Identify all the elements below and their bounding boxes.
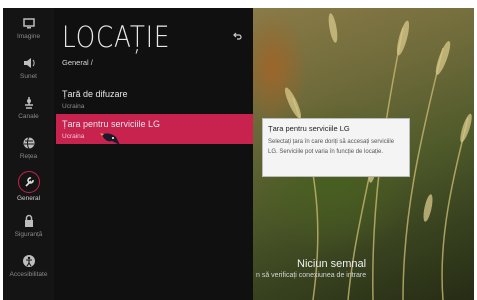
sidebar-item-accesibilitate[interactable]: Accesibilitate <box>3 254 54 278</box>
sidebar-item-label: Rețea <box>19 153 38 160</box>
tv-screen: Imagine Sunet Canale Rețea General Sigur… <box>3 8 474 300</box>
sidebar-item-label: Sunet <box>20 73 37 80</box>
sidebar-item-label: General <box>16 195 41 202</box>
antenna-icon <box>22 96 36 110</box>
accessibility-icon <box>22 254 36 268</box>
sidebar-item-general[interactable]: General <box>3 171 54 202</box>
sidebar-item-sunet[interactable]: Sunet <box>3 56 54 80</box>
tooltip-title: Țara pentru serviciile LG <box>268 124 350 133</box>
page-title: LOCAȚIE <box>62 20 171 54</box>
tooltip-body: Selectați țara în care doriți să accesaț… <box>268 139 395 155</box>
sidebar-item-canale[interactable]: Canale <box>3 96 54 120</box>
sidebar: Imagine Sunet Canale Rețea General Sigur… <box>3 8 54 300</box>
magic-remote-cursor-icon <box>100 131 122 154</box>
lock-icon <box>22 214 36 228</box>
no-signal-subtitle: n să verificați conexiunea de intrare <box>256 272 367 279</box>
option-label: Țara pentru serviciile LG <box>62 119 161 129</box>
globe-icon <box>22 136 36 150</box>
speaker-icon <box>22 56 36 70</box>
sidebar-item-label: Siguranță <box>14 231 43 238</box>
option-value: Ucraina <box>62 103 85 110</box>
help-tooltip: Țara pentru serviciile LG Selectați țara… <box>262 118 410 177</box>
sidebar-item-label: Canale <box>18 113 39 120</box>
wrench-icon <box>17 171 40 193</box>
sidebar-item-siguranta[interactable]: Siguranță <box>3 214 54 238</box>
sidebar-item-imagine[interactable]: Imagine <box>3 16 54 40</box>
breadcrumb: General / <box>62 58 93 67</box>
back-icon[interactable] <box>232 30 242 44</box>
sidebar-item-label: Imagine <box>16 33 41 40</box>
sidebar-item-label: Accesibilitate <box>9 271 48 278</box>
no-signal-title: Niciun semnal <box>297 258 367 270</box>
settings-panel: LOCAȚIE General / Țară de difuzare Ucrai… <box>54 8 253 300</box>
picture-icon <box>22 16 36 30</box>
sidebar-item-retea[interactable]: Rețea <box>3 136 54 160</box>
broadcast-country-option[interactable]: Țară de difuzare Ucraina <box>56 84 253 114</box>
option-value: Ucraina <box>62 133 85 140</box>
option-label: Țară de difuzare <box>62 89 128 99</box>
lg-services-country-option[interactable]: Țara pentru serviciile LG Ucraina <box>56 114 253 145</box>
